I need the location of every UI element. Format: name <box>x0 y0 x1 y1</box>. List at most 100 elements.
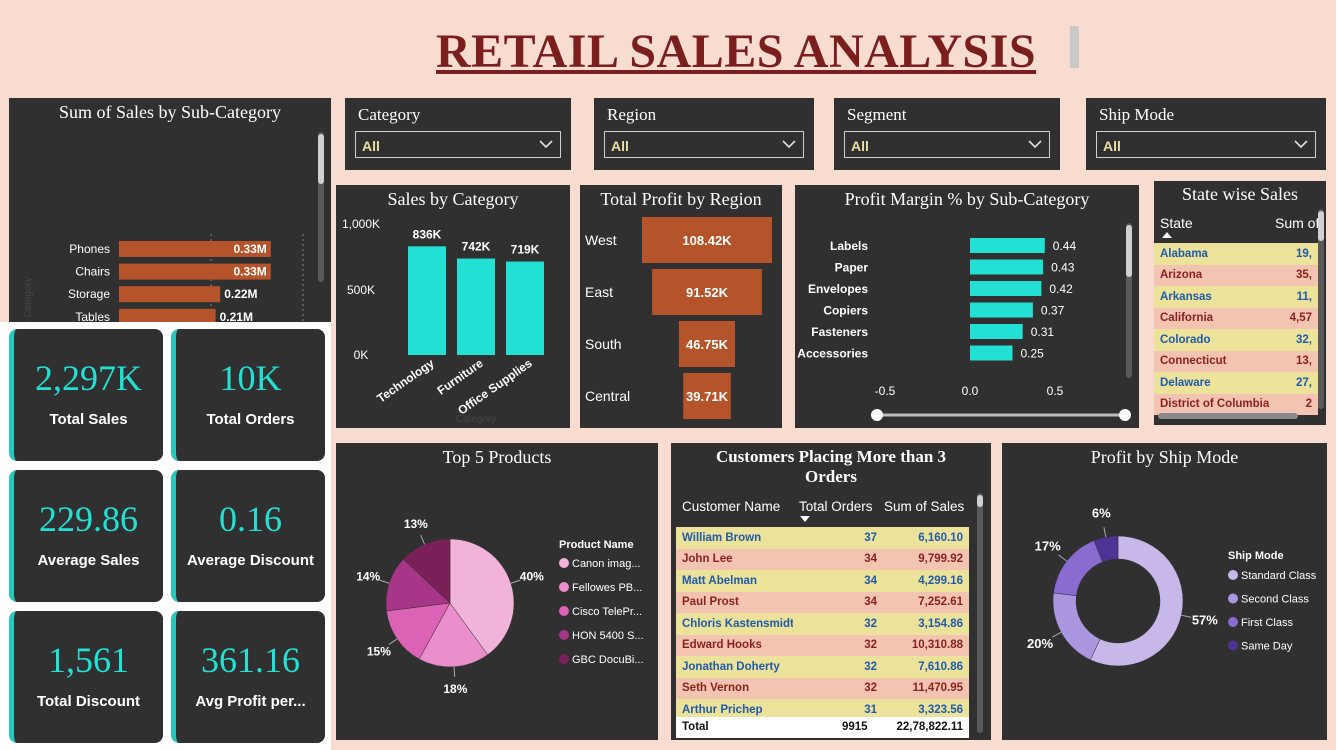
leader-line <box>379 579 390 584</box>
customers-table-title: Customers Placing More than 3 Orders <box>671 447 991 487</box>
state-column-header[interactable]: State <box>1160 215 1193 231</box>
ship-mode-dropdown[interactable]: All <box>1096 131 1316 158</box>
category-dropdown[interactable]: All <box>355 131 561 158</box>
category-label: Copiers <box>823 304 868 318</box>
sum-of-sales-column-header[interactable]: Sum of <box>1275 215 1319 231</box>
state-sales-panel[interactable]: State wise Sales State Sum of Alabama 19,… <box>1154 181 1326 425</box>
table-row[interactable]: John Lee 34 9,799.92 <box>676 548 969 570</box>
table-row[interactable]: William Brown 37 6,160.10 <box>676 527 969 549</box>
total-discount-label: Total Discount <box>36 693 141 710</box>
legend-marker <box>1228 640 1238 651</box>
legend-marker <box>1228 593 1238 604</box>
ship-mode-slicer[interactable]: Ship Mode All <box>1086 98 1326 170</box>
table-row[interactable]: District of Columbia 2 <box>1154 393 1318 415</box>
state-table-hscroll-thumb[interactable] <box>1158 413 1298 419</box>
segment-dropdown[interactable]: All <box>844 131 1050 158</box>
tick-label: 0.0 <box>962 384 979 398</box>
slice-label: 17% <box>1035 538 1061 553</box>
tick-label: 0.5 <box>1047 384 1064 398</box>
average-discount-label: Average Discount <box>187 552 314 569</box>
ship-mode-panel[interactable]: Profit by Ship Mode 57% 20% 17% 6% Ship Mode… <box>1002 443 1327 740</box>
category-label: Phones <box>69 242 110 256</box>
top-products-panel[interactable]: Top 5 Products 40% 18% 15% 14% 13% Product Na… <box>336 443 658 740</box>
slice-label: 14% <box>356 569 380 583</box>
segment-slicer[interactable]: Segment All <box>834 98 1060 170</box>
total-orders-cell: 34 <box>793 570 883 592</box>
text-cursor <box>1070 26 1079 68</box>
profit-by-region-panel[interactable]: Total Profit by Region West 108.42K East 91… <box>580 185 782 428</box>
sales-by-category-panel[interactable]: Sales by Category 1,000K 500K 0K 836K Techno… <box>336 185 570 428</box>
table-row[interactable]: Arthur Prichep 31 3,323.56 <box>676 699 969 717</box>
total-orders-cell: 32 <box>793 656 883 678</box>
data-label: 719K <box>511 243 540 257</box>
total-orders-label: Total Orders <box>206 411 295 428</box>
total-orders-card[interactable]: 10K Total Orders <box>171 329 325 461</box>
state-table-body[interactable]: Alabama 19, Arizona 35, Arkansas 11, Californi… <box>1154 243 1318 415</box>
table-row[interactable]: Seth Vernon 32 11,470.95 <box>676 677 969 699</box>
legend-label: Standard Class <box>1241 570 1317 582</box>
table-row[interactable]: Colorado 32, <box>1154 329 1318 351</box>
customer-name-cell: Jonathan Doherty <box>676 656 793 678</box>
data-label: 91.52K <box>686 285 729 300</box>
average-discount-value: 0.16 <box>219 499 282 539</box>
state-table-scroll-thumb[interactable] <box>1318 211 1324 241</box>
table-row[interactable]: Paul Prost 34 7,252.61 <box>676 591 969 613</box>
customers-table-scrollbar[interactable] <box>977 493 983 733</box>
total-discount-card[interactable]: 1,561 Total Discount <box>9 611 163 743</box>
chevron-down-icon <box>539 140 553 149</box>
total-orders-cell: 31 <box>793 699 883 717</box>
state-cell: Alabama <box>1154 243 1270 265</box>
category-dropdown-value: All <box>362 138 380 154</box>
data-label: 0.21M <box>220 310 253 322</box>
legend-label: First Class <box>1241 617 1293 629</box>
region-dropdown[interactable]: All <box>604 131 804 158</box>
donut-slice <box>1052 592 1101 661</box>
total-orders-header[interactable]: Total Orders <box>799 499 873 514</box>
customers-table-panel[interactable]: Customers Placing More than 3 Orders Cus… <box>671 443 991 740</box>
average-sales-value: 229.86 <box>39 499 138 539</box>
total-sales-card[interactable]: 2,297K Total Sales <box>9 329 163 461</box>
sum-of-sales-cell: 10,310.88 <box>883 634 969 656</box>
customer-name-header[interactable]: Customer Name <box>682 499 780 514</box>
range-slider-max-handle <box>1119 409 1131 421</box>
state-cell: Connecticut <box>1154 350 1270 372</box>
table-row[interactable]: Arizona 35, <box>1154 264 1318 286</box>
table-row[interactable]: Edward Hooks 32 10,310.88 <box>676 634 969 656</box>
subcategory-sales-panel[interactable]: Sum of Sales by Sub-Category Phones 0.33M… <box>9 98 331 322</box>
ship-mode-dropdown-value: All <box>1103 138 1121 154</box>
table-row[interactable]: Connecticut 13, <box>1154 350 1318 372</box>
customer-name-cell: Edward Hooks <box>676 634 793 656</box>
table-row[interactable]: California 4,57 <box>1154 307 1318 329</box>
legend-marker <box>559 606 569 616</box>
chevron-down-icon <box>1028 140 1042 149</box>
legend-label: Cisco TelePr... <box>572 606 642 618</box>
region-slicer[interactable]: Region All <box>594 98 814 170</box>
avg-profit-card[interactable]: 361.16 Avg Profit per... <box>171 611 325 743</box>
category-slicer[interactable]: Category All <box>345 98 571 170</box>
customers-table-scroll-thumb[interactable] <box>977 495 983 507</box>
table-row[interactable]: Alabama 19, <box>1154 243 1318 265</box>
legend-label: Fellowes PB... <box>572 582 642 594</box>
leader-line <box>453 666 456 677</box>
profit-margin-panel[interactable]: Profit Margin % by Sub-Category Labels 0.… <box>795 185 1139 428</box>
legend-label: Same Day <box>1241 641 1293 653</box>
total-orders-cell: 37 <box>793 527 883 549</box>
table-row[interactable]: Matt Abelman 34 4,299.16 <box>676 570 969 592</box>
sales-cell: 2 <box>1270 393 1318 415</box>
customers-table-body[interactable]: William Brown 37 6,160.10 John Lee 34 9,799.9… <box>676 527 969 717</box>
category-slicer-label: Category <box>358 105 421 124</box>
table-row[interactable]: Arkansas 11, <box>1154 286 1318 308</box>
total-orders-cell: 32 <box>793 677 883 699</box>
average-discount-card[interactable]: 0.16 Average Discount <box>171 470 325 602</box>
average-sales-card[interactable]: 229.86 Average Sales <box>9 470 163 602</box>
table-row[interactable]: Chloris Kastensmidt 32 3,154.86 <box>676 613 969 635</box>
total-orders-cell: 34 <box>793 591 883 613</box>
slice-label: 40% <box>520 569 544 583</box>
category-label: Tables <box>75 310 110 322</box>
leader-line <box>1181 614 1192 618</box>
table-row[interactable]: Jonathan Doherty 32 7,610.86 <box>676 656 969 678</box>
sum-of-sales-cell: 11,470.95 <box>883 677 969 699</box>
sum-of-sales-header[interactable]: Sum of Sales <box>884 499 964 514</box>
table-row[interactable]: Delaware 27, <box>1154 372 1318 394</box>
profit-margin-chart: Labels 0.44 Paper 0.43 Envelopes 0.42 Copiers 0… <box>797 223 1132 421</box>
